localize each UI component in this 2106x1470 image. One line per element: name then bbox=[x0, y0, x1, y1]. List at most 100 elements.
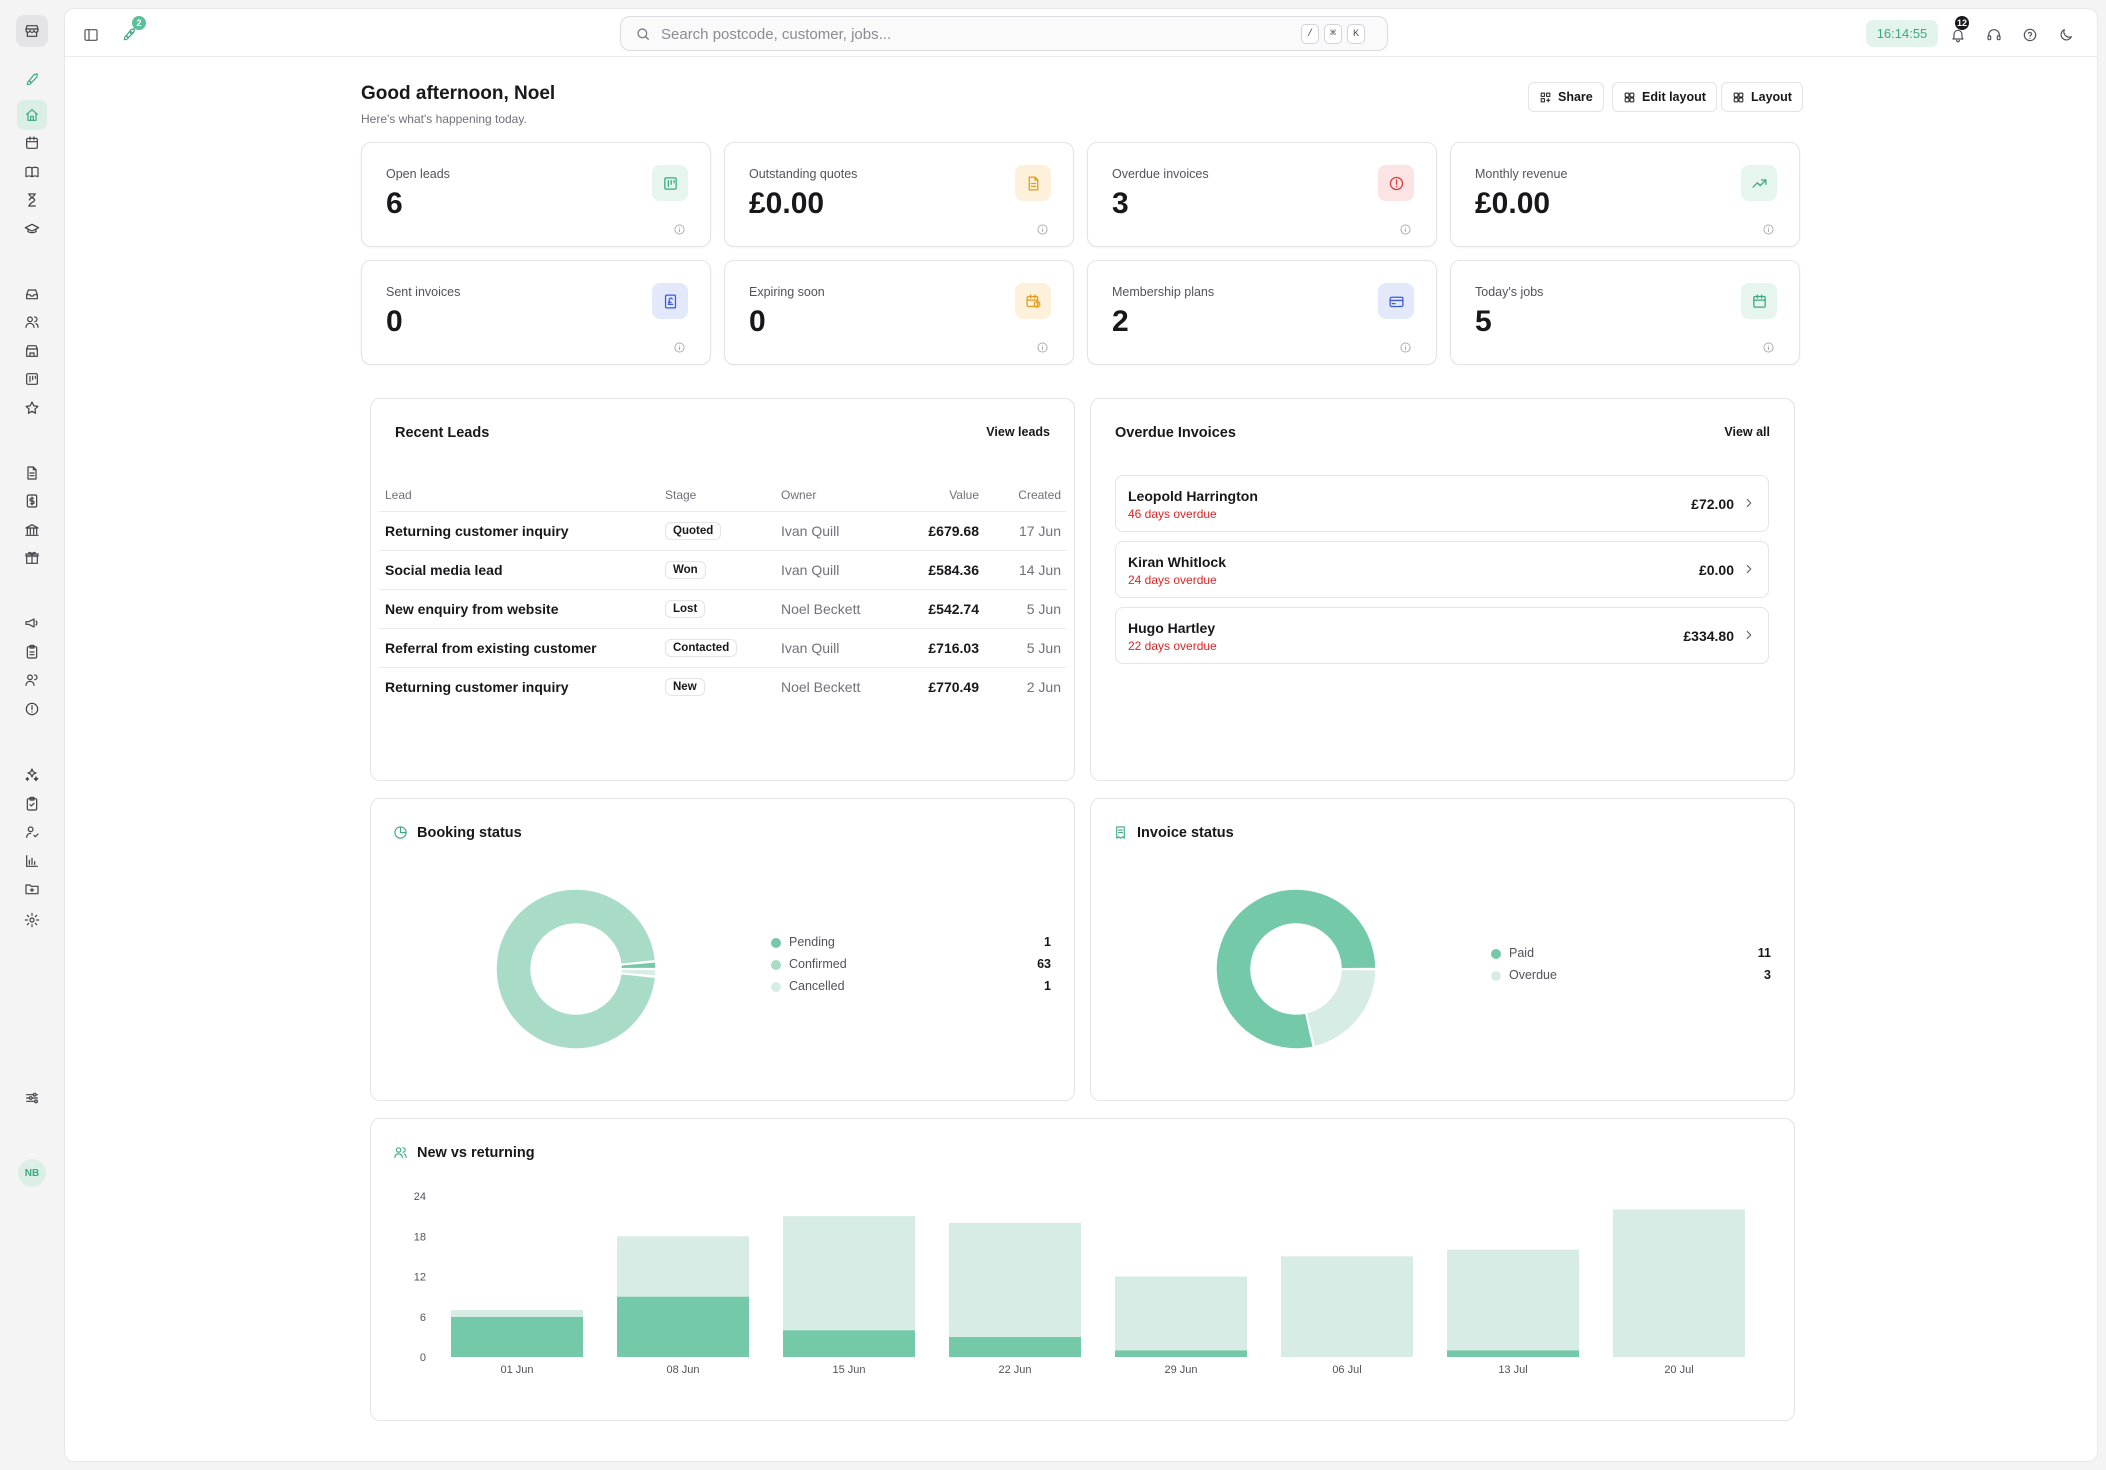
help-icon[interactable] bbox=[2018, 23, 2042, 47]
lead-name: Social media lead bbox=[385, 561, 503, 578]
team-icon[interactable] bbox=[17, 665, 47, 695]
share-button[interactable]: Share bbox=[1528, 82, 1604, 112]
info-icon[interactable] bbox=[1036, 223, 1049, 236]
donut-slice-overdue[interactable] bbox=[1305, 968, 1377, 1048]
bank-icon[interactable] bbox=[17, 515, 47, 545]
overdue-invoices-title: Overdue Invoices bbox=[1115, 425, 1236, 441]
lead-created: 5 Jun bbox=[1026, 600, 1061, 617]
lead-owner: Noel Beckett bbox=[781, 678, 861, 695]
invoice-row[interactable]: Hugo Hartley 22 days overdue £334.80 bbox=[1115, 607, 1769, 664]
lead-name: Referral from existing customer bbox=[385, 639, 597, 656]
table-row[interactable]: Returning customer inquiry Quoted Ivan Qui… bbox=[379, 511, 1067, 551]
users-icon[interactable] bbox=[17, 307, 47, 337]
lead-owner: Ivan Quill bbox=[781, 522, 840, 539]
hourglass-icon[interactable] bbox=[17, 185, 47, 215]
edit-layout-button[interactable]: Edit layout bbox=[1612, 82, 1717, 112]
user-check-icon[interactable] bbox=[17, 817, 47, 847]
kpi-value: 2 bbox=[1112, 305, 1129, 338]
book-icon[interactable] bbox=[17, 157, 47, 187]
invoice-customer: Hugo Hartley bbox=[1128, 620, 1216, 636]
kpi-card[interactable]: Sent invoices 0 bbox=[361, 260, 711, 365]
table-row[interactable]: Returning customer inquiry New Noel Becket… bbox=[379, 667, 1067, 706]
info-icon[interactable] bbox=[1762, 223, 1775, 236]
layout-label: Layout bbox=[1751, 90, 1792, 104]
info-icon[interactable] bbox=[1762, 341, 1775, 354]
calendar-icon[interactable] bbox=[17, 128, 47, 158]
kpi-label: Open leads bbox=[386, 167, 450, 181]
bar-segment-1[interactable] bbox=[949, 1222, 1081, 1337]
bar-segment-1[interactable] bbox=[783, 1216, 915, 1331]
avatar[interactable]: NB bbox=[18, 1159, 46, 1187]
sidebar-toggle-icon[interactable] bbox=[79, 23, 103, 47]
info-icon[interactable] bbox=[673, 223, 686, 236]
view-leads-link[interactable]: View leads bbox=[986, 425, 1050, 439]
table-row[interactable]: New enquiry from website Lost Noel Beckett… bbox=[379, 589, 1067, 629]
kpi-card[interactable]: Outstanding quotes £0.00 bbox=[724, 142, 1074, 247]
search-bar[interactable]: / ⌘ K bbox=[620, 16, 1388, 51]
invoice-icon[interactable] bbox=[17, 486, 47, 516]
search-icon bbox=[635, 26, 651, 42]
moon-icon[interactable] bbox=[2054, 23, 2078, 47]
invoice-overdue-days: 22 days overdue bbox=[1128, 639, 1217, 653]
invoice-row[interactable]: Leopold Harrington 46 days overdue £72.00 bbox=[1115, 475, 1769, 532]
overdue-invoices-panel: Overdue Invoices View all Leopold Harrin… bbox=[1090, 398, 1795, 781]
x-tick-label: 20 Jul bbox=[1664, 1364, 1693, 1376]
bar-segment-0[interactable] bbox=[949, 1336, 1081, 1357]
info-icon[interactable] bbox=[1036, 341, 1049, 354]
kpi-card[interactable]: Expiring soon 0 bbox=[724, 260, 1074, 365]
kpi-card[interactable]: Overdue invoices 3 bbox=[1087, 142, 1437, 247]
headset-icon[interactable] bbox=[1982, 23, 2006, 47]
kpi-card[interactable]: Open leads 6 bbox=[361, 142, 711, 247]
bar-segment-1[interactable] bbox=[1281, 1256, 1413, 1357]
info-icon[interactable] bbox=[1399, 223, 1412, 236]
table-row[interactable]: Referral from existing customer Contacted… bbox=[379, 628, 1067, 668]
megaphone-icon[interactable] bbox=[17, 608, 47, 638]
legend-swatch bbox=[771, 938, 781, 948]
bar-segment-1[interactable] bbox=[617, 1236, 749, 1297]
info-icon[interactable] bbox=[673, 341, 686, 354]
bar-segment-1[interactable] bbox=[1447, 1249, 1579, 1351]
home-icon[interactable] bbox=[17, 100, 47, 130]
page-title: Good afternoon, Noel bbox=[361, 83, 556, 104]
kpi-card[interactable]: Today's jobs 5 bbox=[1450, 260, 1800, 365]
info-icon[interactable] bbox=[1399, 341, 1412, 354]
settings-icon[interactable] bbox=[17, 905, 47, 935]
invoice-row[interactable]: Kiran Whitlock 24 days overdue £0.00 bbox=[1115, 541, 1769, 598]
bar-chart-icon[interactable] bbox=[17, 846, 47, 876]
file-icon[interactable] bbox=[17, 458, 47, 488]
alert-circle-icon bbox=[1378, 165, 1414, 201]
folder-icon[interactable] bbox=[17, 874, 47, 904]
shortcut-key-k: K bbox=[1347, 24, 1366, 44]
kpi-card[interactable]: Membership plans 2 bbox=[1087, 260, 1437, 365]
graduation-cap-icon[interactable] bbox=[17, 214, 47, 244]
star-icon[interactable] bbox=[17, 393, 47, 423]
sliders-icon[interactable] bbox=[17, 1083, 47, 1113]
alert-icon[interactable] bbox=[17, 694, 47, 724]
kpi-card[interactable]: Monthly revenue £0.00 bbox=[1450, 142, 1800, 247]
inbox-icon[interactable] bbox=[17, 279, 47, 309]
sparkles-icon[interactable] bbox=[17, 760, 47, 790]
bar-segment-0[interactable] bbox=[1115, 1350, 1247, 1357]
bar-segment-1[interactable] bbox=[1613, 1209, 1745, 1357]
x-tick-label: 08 Jun bbox=[666, 1364, 699, 1376]
table-row[interactable]: Social media lead Won Ivan Quill £584.36 14 … bbox=[379, 550, 1067, 590]
x-tick-label: 15 Jun bbox=[832, 1364, 865, 1376]
bar-segment-1[interactable] bbox=[1115, 1276, 1247, 1351]
store-icon[interactable] bbox=[16, 15, 48, 47]
gift-icon[interactable] bbox=[17, 543, 47, 573]
building-icon[interactable] bbox=[17, 336, 47, 366]
rocket-icon[interactable] bbox=[17, 65, 47, 95]
bar-segment-1[interactable] bbox=[451, 1310, 583, 1317]
bar-segment-0[interactable] bbox=[617, 1296, 749, 1357]
clipboard-check-icon[interactable] bbox=[17, 789, 47, 819]
invoice-amount: £334.80 bbox=[1683, 628, 1734, 644]
bar-segment-0[interactable] bbox=[1447, 1350, 1579, 1357]
view-all-link[interactable]: View all bbox=[1724, 425, 1770, 439]
bar-segment-0[interactable] bbox=[783, 1330, 915, 1357]
search-input[interactable] bbox=[661, 23, 1261, 45]
board-icon[interactable] bbox=[17, 364, 47, 394]
layout-button[interactable]: Layout bbox=[1721, 82, 1803, 112]
bar-segment-0[interactable] bbox=[451, 1316, 583, 1357]
clipboard-icon[interactable] bbox=[17, 637, 47, 667]
invoice-amount: £72.00 bbox=[1691, 496, 1734, 512]
